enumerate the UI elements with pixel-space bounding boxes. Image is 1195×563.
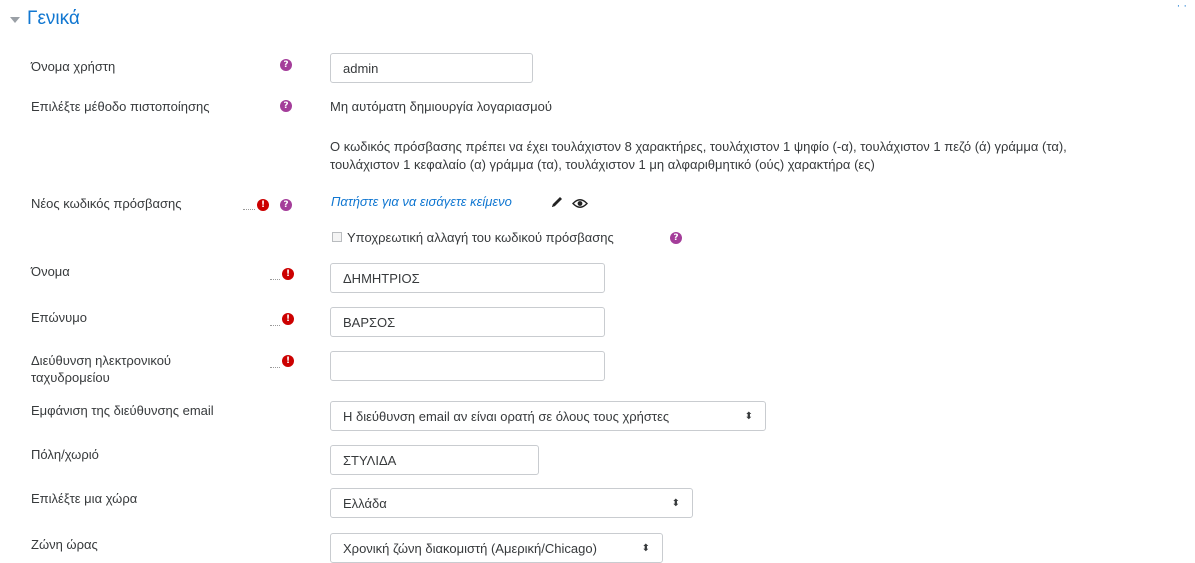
password-rules-line1: Ο κωδικός πρόσβασης πρέπει να έχει τουλά… xyxy=(330,139,1067,154)
exclamation-circle-icon: ! xyxy=(282,355,294,367)
email-display-selected: Η διεύθυνση email αν είναι ορατή σε όλου… xyxy=(343,408,670,424)
username-label: Όνομα χρήστη xyxy=(31,59,116,74)
firstname-label: Όνομα xyxy=(31,264,70,279)
lastname-input[interactable]: ΒΑΡΣΟΣ xyxy=(330,307,605,337)
email-display-select[interactable]: Η διεύθυνση email αν είναι ορατή σε όλου… xyxy=(330,401,766,431)
collapse-triangle-icon[interactable] xyxy=(10,17,20,23)
pencil-icon[interactable] xyxy=(550,195,564,212)
password-rules-line2: τουλάχιστον 1 κεφαλαίο (α) γράμμα (τα), … xyxy=(330,157,875,172)
city-label: Πόλη/χωριό xyxy=(31,447,99,462)
auth-method-label: Επιλέξτε μέθοδο πιστοποίησης xyxy=(31,99,210,114)
question-circle-icon[interactable]: ? xyxy=(670,232,682,244)
question-circle-icon[interactable]: ? xyxy=(280,59,292,71)
section-header-general[interactable]: Γενικά xyxy=(10,6,80,32)
section-title: Γενικά xyxy=(27,8,80,29)
timezone-select[interactable]: Χρονική ζώνη διακομιστή (Αμερική/Chicago… xyxy=(330,533,663,563)
exclamation-circle-icon: ! xyxy=(257,199,269,211)
up-down-caret-icon: ⬍ xyxy=(641,542,650,554)
lastname-label: Επώνυμο xyxy=(31,310,87,325)
up-down-caret-icon: ⬍ xyxy=(744,410,753,422)
email-label-line1: Διεύθυνση ηλεκτρονικού xyxy=(31,353,172,368)
corner-mark: · · xyxy=(1176,0,1187,12)
email-input[interactable] xyxy=(330,351,605,381)
dotted-leader xyxy=(270,278,280,280)
dotted-leader xyxy=(270,324,280,326)
username-input[interactable]: admin xyxy=(330,53,533,83)
city-input[interactable]: ΣΤΥΛΙΔΑ xyxy=(330,445,539,475)
question-circle-icon[interactable]: ? xyxy=(280,100,292,112)
new-password-label: Νέος κωδικός πρόσβασης xyxy=(31,196,182,211)
force-change-label[interactable]: Υποχρεωτική αλλαγή του κωδικού πρόσβασης xyxy=(347,229,614,246)
country-select[interactable]: Ελλάδα ⬍ xyxy=(330,488,693,518)
country-selected: Ελλάδα xyxy=(343,495,387,511)
exclamation-circle-icon: ! xyxy=(282,268,294,280)
dotted-leader xyxy=(243,208,255,210)
timezone-label: Ζώνη ώρας xyxy=(31,537,98,552)
dotted-leader xyxy=(270,366,280,368)
timezone-selected: Χρονική ζώνη διακομιστή (Αμερική/Chicago… xyxy=(343,540,597,556)
up-down-caret-icon: ⬍ xyxy=(671,497,680,509)
enter-password-link[interactable]: Πατήστε για να εισάγετε κείμενο xyxy=(331,194,512,209)
firstname-input[interactable]: ΔΗΜΗΤΡΙΟΣ xyxy=(330,263,605,293)
question-circle-icon[interactable]: ? xyxy=(280,199,292,211)
country-label: Επιλέξτε μια χώρα xyxy=(31,491,138,506)
exclamation-circle-icon: ! xyxy=(282,313,294,325)
force-change-checkbox[interactable] xyxy=(332,232,342,242)
auth-method-value: Μη αυτόματη δημιουργία λογαριασμού xyxy=(330,99,552,114)
email-label-line2: ταχυδρομείου xyxy=(31,370,110,385)
eye-icon[interactable] xyxy=(572,197,588,212)
email-display-label: Εμφάνιση της διεύθυνσης email xyxy=(31,403,214,418)
